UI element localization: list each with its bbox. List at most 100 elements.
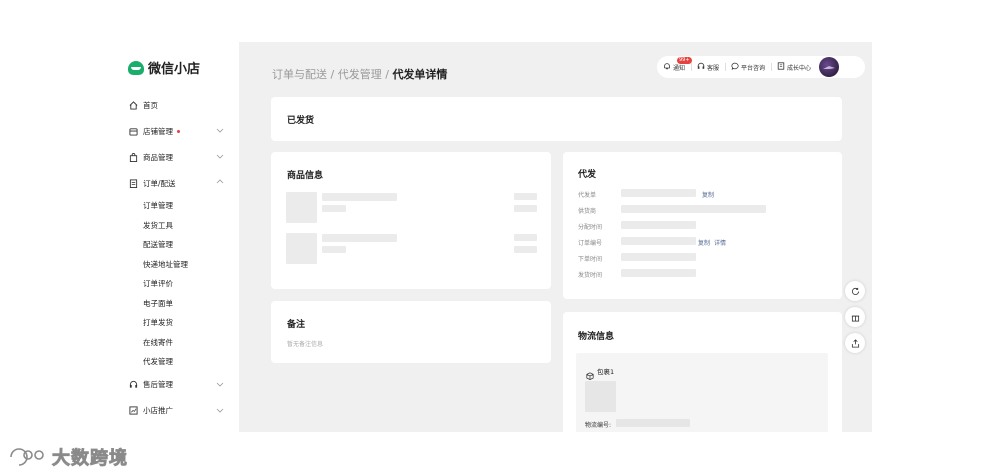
sidebar-item-label: 首页 [143,100,158,110]
package-label: 包裹1 [597,368,615,376]
product-thumbnail[interactable] [286,233,317,264]
sidebar-item-store[interactable]: 店铺管理 [128,118,234,144]
order-icon [128,178,138,188]
notify-button[interactable]: 通知 99+ [657,56,692,78]
watermark: 大数跨境 [8,444,128,470]
package-thumbnail[interactable] [585,381,616,412]
sidebar-subitem[interactable]: 订单评价 [128,274,234,294]
growth-label: 成长中心 [787,64,812,72]
order-status: 已发货 [287,116,315,126]
field-value-placeholder [621,221,696,229]
sidebar-item-products[interactable]: 商品管理 [128,144,234,170]
service-button[interactable]: 客服 [691,56,725,78]
status-card: 已发货 [271,97,842,141]
watermark-text: 大数跨境 [52,448,128,470]
dropship-card-title: 代发 [578,170,597,180]
sidebar-item-promotion[interactable]: 小店推广 [128,398,234,424]
chart-icon [128,406,138,416]
product-spec-placeholder [322,205,346,212]
field-value-placeholder [621,237,696,245]
avatar[interactable] [819,57,840,77]
remark-empty-text: 暂无备注信息 [287,341,324,348]
field-value-placeholder [621,205,766,213]
package-panel: 包裹1 物流编号: [576,353,828,432]
logistics-card: 物流信息 包裹1 物流编号: [563,312,842,432]
sidebar-subitem[interactable]: 快递地址管理 [128,255,234,275]
field-label: 供货商 [578,208,597,215]
sidebar-subitem[interactable]: 配送管理 [128,235,234,255]
gift-box-icon [851,315,859,322]
notification-dot [177,129,180,133]
sidebar-subitem[interactable]: 订单管理 [128,196,234,216]
consult-label: 平台咨询 [741,64,766,72]
tracking-number-placeholder [616,419,690,427]
growth-button[interactable]: 成长中心 [771,56,817,78]
product-qty-placeholder [514,205,537,212]
sidebar-subitem[interactable]: 打单发货 [128,313,234,333]
product-name-placeholder [322,234,397,242]
consult-button[interactable]: 平台咨询 [725,56,771,78]
product-name-placeholder [322,193,397,201]
shop-logo-icon [128,60,144,75]
detail-link[interactable]: 详情 [714,238,726,247]
product-card: 商品信息 [271,152,551,289]
product-card-title: 商品信息 [287,171,324,181]
breadcrumb: 订单与配送 / 代发管理 / 代发单详情 [272,66,447,82]
sidebar-nav: 首页 店铺管理 商品管理 订单/配送 订单管理 发货工具 配送管理 快递地址管理… [128,92,234,424]
chat-bubble-icon [731,62,739,72]
product-price-placeholder [514,234,537,241]
page-title: 代发单详情 [392,68,448,81]
refresh-button[interactable] [845,281,865,301]
shop-button[interactable] [845,307,865,327]
sidebar-subitem[interactable]: 在线寄件 [128,333,234,353]
home-icon [128,100,138,110]
field-label: 分配时间 [578,224,603,231]
field-value-placeholder [621,189,696,197]
breadcrumb-link[interactable]: 订单与配送 [272,68,327,81]
product-spec-placeholder [322,246,346,253]
sidebar-item-label: 店铺管理 [143,126,173,136]
remark-card-title: 备注 [287,320,306,330]
app-window: 微信小店 首页 店铺管理 商品管理 订单/配送 订单管理 发货工具 配送管理 快… [122,42,872,432]
sidebar: 微信小店 首页 店铺管理 商品管理 订单/配送 订单管理 发货工具 配送管理 快… [122,42,239,432]
field-label: 下单时间 [578,256,603,263]
dropship-card: 代发 代发单 复制 供货商 分配时间 订单编号 复制 详情 下单时间 发货时间 [563,152,842,299]
product-thumbnail[interactable] [286,192,317,223]
field-value-placeholder [621,269,696,277]
field-value-placeholder [621,253,696,261]
sidebar-item-aftersales[interactable]: 售后管理 [128,372,234,398]
chevron-down-icon [216,152,224,160]
field-label: 发货时间 [578,272,603,279]
top-toolbar: 通知 99+ 客服 平台咨询 成长中心 [657,56,865,78]
sidebar-item-label: 商品管理 [143,152,173,162]
notify-badge: 99+ [677,57,692,64]
breadcrumb-separator: / [385,68,389,81]
main-content: 订单与配送 / 代发管理 / 代发单详情 通知 99+ 客服 平台咨询 成长中心… [239,42,872,432]
bell-icon [663,62,671,72]
sidebar-subitem-active[interactable]: 代发管理 [128,352,234,372]
sidebar-item-label: 小店推广 [143,406,173,415]
sidebar-subitem[interactable]: 电子面单 [128,294,234,314]
copy-link[interactable]: 复制 [698,238,710,247]
headset-icon [128,380,138,390]
bag-icon [128,152,138,162]
chevron-down-icon [216,380,224,388]
watermark-logo-icon [10,448,44,466]
product-qty-placeholder [514,246,537,253]
logistics-card-title: 物流信息 [578,332,615,342]
refresh-icon [851,287,859,295]
chevron-down-icon [216,126,224,134]
avatar-image [823,66,836,69]
breadcrumb-separator: / [330,68,335,81]
export-button[interactable] [845,333,865,353]
sidebar-item-home[interactable]: 首页 [128,92,234,118]
sidebar-subitem[interactable]: 发货工具 [128,216,234,236]
breadcrumb-link[interactable]: 代发管理 [338,68,382,81]
sidebar-item-label: 订单/配送 [143,178,176,188]
field-label: 订单编号 [578,240,603,247]
app-logo[interactable]: 微信小店 [128,58,200,77]
chevron-up-icon [216,178,224,186]
sidebar-item-orders[interactable]: 订单/配送 [128,170,234,196]
service-label: 客服 [707,64,720,72]
copy-link[interactable]: 复制 [702,190,714,199]
